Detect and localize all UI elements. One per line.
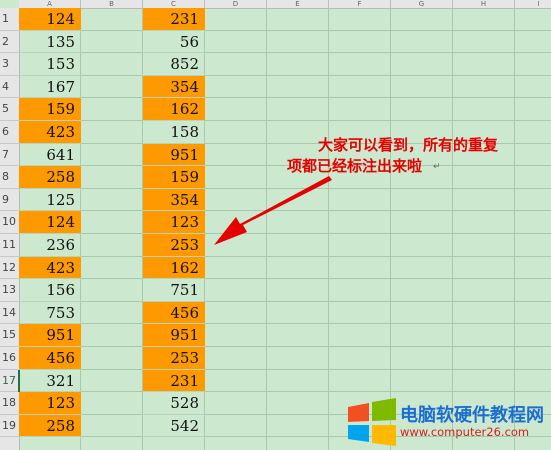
active-row-indicator [18, 369, 20, 393]
arrow-shape [214, 176, 332, 245]
site-watermark: 电脑软硬件教程网 www.computer26.com [346, 395, 551, 450]
watermark-title: 电脑软硬件教程网 [400, 405, 544, 426]
windows-logo-icon [348, 398, 396, 446]
watermark-url: www.computer26.com [400, 425, 530, 439]
spreadsheet: ABCDEFGHI 1 2 3 4 5 6 7 8 9 10 11 12 13 14 15 16 17 18 19 … [0, 0, 551, 450]
red-arrow-icon [214, 176, 332, 245]
